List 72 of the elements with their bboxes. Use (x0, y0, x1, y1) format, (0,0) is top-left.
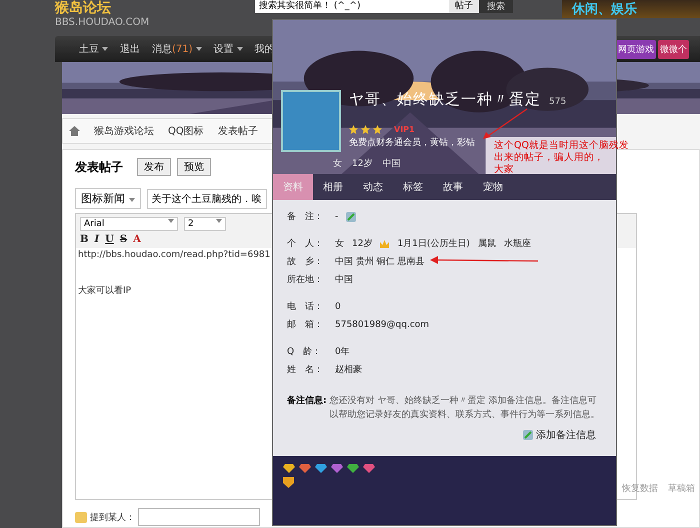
nav-button[interactable]: 微微个 (658, 40, 689, 58)
home-icon[interactable] (69, 126, 80, 136)
field-value: 0 (335, 302, 341, 312)
field-value: 赵相豪 (335, 364, 362, 376)
shield-icon (283, 477, 294, 488)
field-value: 女 (335, 238, 344, 250)
field-label: 电 话： (287, 300, 324, 313)
add-note-link[interactable]: 添加备注信息 (523, 428, 596, 442)
caret-icon (236, 47, 243, 51)
caret-icon (128, 198, 134, 202)
field-value: 12岁 (352, 238, 372, 250)
profile-tab[interactable]: 宠物 (473, 174, 513, 200)
format-button[interactable]: B (80, 234, 88, 245)
mention-icon (75, 512, 87, 522)
note-icon (523, 430, 533, 440)
caret-icon (196, 47, 202, 51)
mention-field[interactable] (138, 508, 260, 526)
breadcrumb-link[interactable]: 发表帖子 (218, 124, 258, 138)
nav-link[interactable]: 设置 (214, 42, 234, 56)
format-button[interactable]: U (105, 234, 114, 245)
note-label: 备注信息: (287, 394, 327, 408)
post-title: 发表帖子 (75, 158, 123, 176)
field-value: 575801989@qq.com (335, 320, 430, 330)
field-label: Q 龄： (287, 346, 322, 358)
field-label: 邮 箱： (287, 318, 324, 331)
logo-title: 猴岛论坛 (55, 0, 112, 17)
caret-icon (168, 219, 174, 223)
format-button[interactable]: A (133, 234, 141, 245)
search-field[interactable]: 搜索其实很简单！ (^_^) (255, 0, 449, 13)
crown-icon (380, 240, 390, 248)
field-value: 水瓶座 (504, 238, 531, 250)
body-text: 大家可以看IP (78, 284, 132, 297)
profile-tab[interactable]: 标签 (393, 174, 433, 200)
field-value: 中国 贵州 铜仁 思南县 (335, 256, 425, 268)
category-select[interactable]: 图标新闻 (75, 188, 140, 209)
breadcrumb-link[interactable]: 猴岛游戏论坛 (94, 124, 154, 138)
field-value: - (335, 212, 338, 222)
nav-button[interactable]: 网页游戏 (616, 40, 656, 58)
search-button[interactable]: 搜索 (479, 0, 513, 13)
search-scope-dropdown[interactable]: 帖子 (449, 0, 479, 13)
caret-icon (102, 47, 108, 51)
logo-subtitle: BBS.HOUDAO.COM (55, 17, 150, 28)
field-label: 个 人： (287, 238, 324, 250)
note-text: 您还没有对 ヤ哥、始终缺乏一种〃蛋定 添加备注信息。备注信息可以帮助您记录好友的真实资料、联系方式、事件行为等一系列信息。 (330, 394, 601, 422)
profile-tab[interactable]: 相册 (313, 174, 353, 200)
banner-ad[interactable]: 休闲、娱乐 (562, 0, 700, 18)
nav-link[interactable]: 土豆 (79, 42, 99, 56)
body-text: http://bbs.houdao.com/read.php?tid=6981 (78, 250, 272, 260)
caret-icon (216, 219, 222, 223)
field-label: 备 注： (287, 210, 324, 223)
nav-link[interactable]: 消息(71) (152, 42, 193, 56)
subject-field[interactable]: 关于这个土豆脑残的．唉 (146, 188, 266, 208)
field-label: 故 乡： (287, 256, 324, 268)
field-value: 属鼠 (478, 238, 496, 250)
breadcrumb-link[interactable]: QQ图标 (168, 124, 204, 138)
nav-link[interactable]: 退出 (120, 42, 140, 56)
format-button[interactable]: I (94, 234, 100, 245)
field-value: 1月1日(公历生日) (397, 238, 470, 250)
font-select[interactable]: Arial (80, 217, 178, 231)
format-button[interactable]: S (120, 234, 128, 245)
field-label: 所在地： (287, 274, 324, 286)
note-icon (346, 212, 356, 222)
size-select[interactable]: 2 (184, 217, 226, 231)
mention-label: 提到某人： (90, 512, 135, 524)
post-button[interactable]: 预览 (177, 158, 211, 176)
profile-tab[interactable]: 故事 (433, 174, 473, 200)
post-button[interactable]: 发布 (137, 158, 171, 176)
profile-tab[interactable]: 动态 (353, 174, 393, 200)
field-value: 0年 (335, 346, 350, 358)
field-label: 姓 名： (287, 364, 324, 376)
banner-text: 休闲、娱乐 (572, 0, 637, 18)
field-value: 中国 (335, 274, 353, 286)
